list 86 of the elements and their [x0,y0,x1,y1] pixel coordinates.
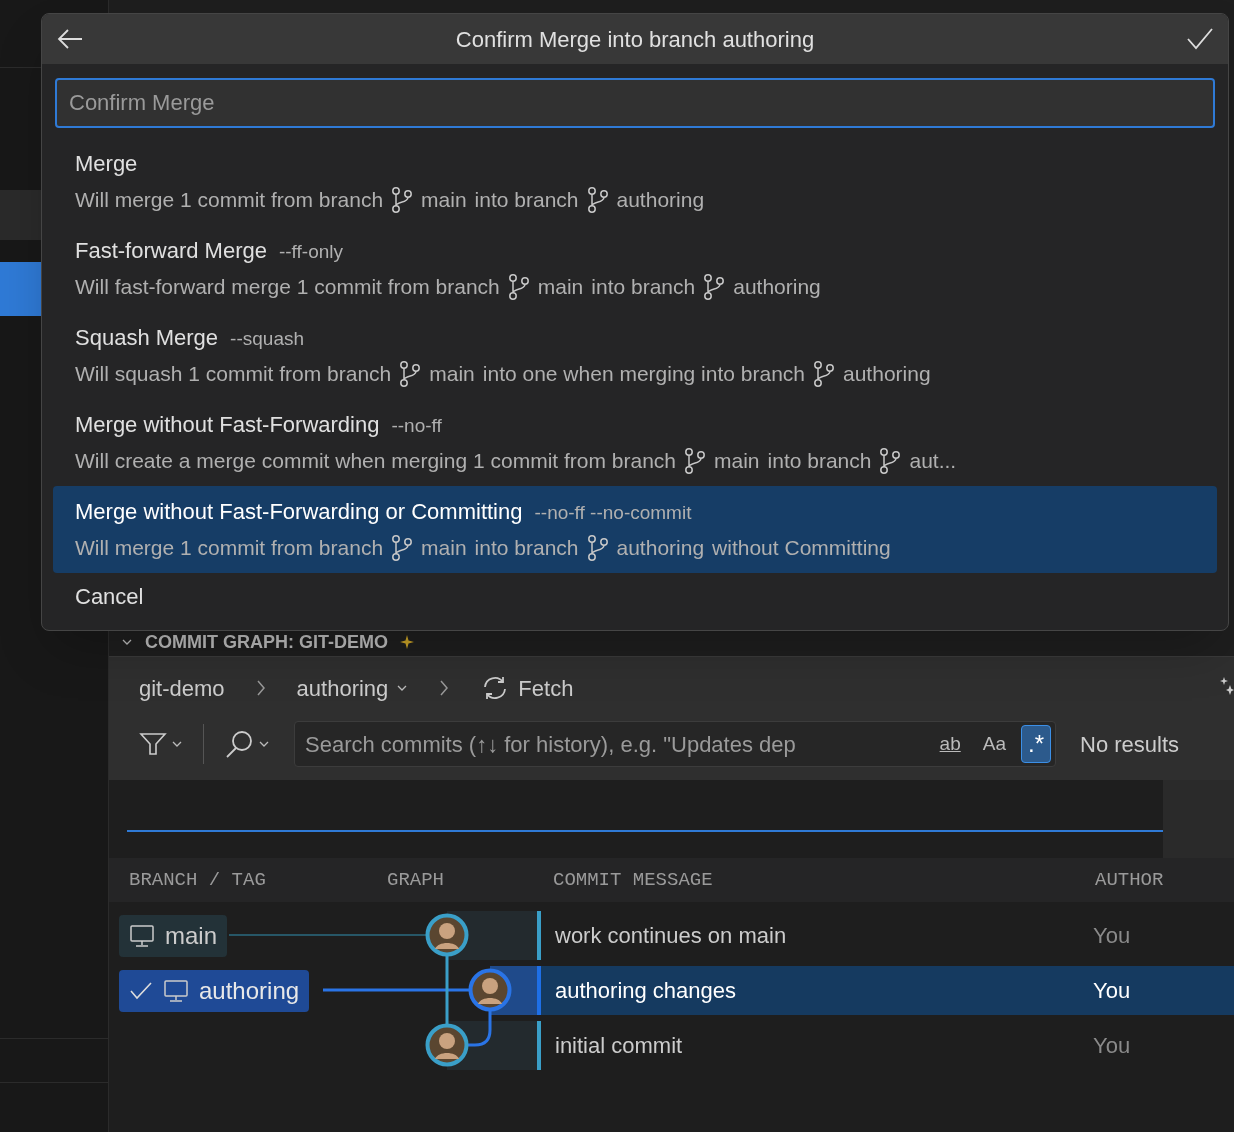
option-label: Merge without Fast-Forwarding [75,411,380,440]
branch-name: authoring [843,361,931,388]
graph-edge-line [467,1010,492,1047]
chevron-right-icon [438,678,451,698]
option-flag-text: --squash [230,327,304,352]
description-text: into branch [591,274,696,301]
column-header: COMMIT MESSAGE [553,867,714,893]
option-label: Merge [75,150,138,179]
branch-icon [391,534,414,562]
checkmark-icon [129,980,153,1001]
column-header: AUTHOR [1095,867,1165,893]
sparkle-icon [400,635,414,649]
description-text: without Committing [712,535,891,562]
branch-icon [586,186,609,214]
option-label: Merge without Fast-Forwarding or Committing [75,498,523,527]
branch-icon [684,447,707,475]
branch-name: authoring [616,535,705,562]
merge-option[interactable]: Fast-forward Merge --ff-only Will fast-forward merge 1 commit from branch main into branch authoring [53,225,1217,312]
option-label: Cancel [75,582,144,611]
description-text: Will create a merge commit when merging 1 commit from branch [75,448,677,475]
description-text: into one when merging into branch [482,361,805,388]
description-text: Will merge 1 commit from branch [75,187,384,214]
description-text: into branch [474,187,579,214]
branch-icon [507,273,530,301]
repo-name[interactable]: git-demo [139,671,225,705]
option-label: Squash Merge [75,324,219,353]
search-option-toggle[interactable]: Aa [975,725,1013,763]
search-mode-button[interactable] [224,729,270,759]
panel-title: COMMIT GRAPH: GIT-DEMO [145,633,388,651]
branch-name: main [421,187,467,214]
column-header: GRAPH [387,867,445,893]
column-header: BRANCH / TAG [128,867,267,893]
filter-button[interactable] [139,730,183,758]
branch-name: aut... [909,448,957,475]
confirm-input-field[interactable]: Confirm Merge [55,78,1215,128]
description-text: Will squash 1 commit from branch [75,361,392,388]
branch-icon [813,360,835,388]
fetch-button[interactable]: Fetch [480,671,574,705]
search-field[interactable]: Search commits (↑↓ for history), e.g. "Updates dep ab Aa .* [294,721,1056,767]
commit-message: initial commit [554,1032,684,1060]
merge-option[interactable]: Merge without Fast-Forwarding --no-ff Will create a merge commit when merging 1 commit from branch main into branch aut... [53,399,1217,486]
commit-message: authoring changes [554,977,738,1005]
option-label: Fast-forward Merge [75,237,267,266]
search-result-text: No results [1080,730,1180,759]
merge-option[interactable]: Cancel [53,573,1217,619]
merge-option[interactable]: Squash Merge --squash Will squash 1 commit from branch main into one when merging into branch authoring [53,312,1217,399]
checkmark-icon[interactable] [1186,27,1214,51]
description-text: Will fast-forward merge 1 commit from branch [75,274,500,301]
commit-author: You [1093,922,1131,950]
branch-icon [879,447,902,475]
commit-author: You [1093,977,1131,1005]
commit-message: work continues on main [554,922,788,950]
merge-option[interactable]: Merge Will merge 1 commit from branch main into branch authoring [53,138,1217,225]
search-option-toggle[interactable]: .* [1021,725,1051,763]
avatar-icon [468,968,512,1012]
description-text: into branch [767,448,872,475]
avatar-icon [425,1023,469,1067]
branch-tag[interactable]: main [119,914,228,957]
branch-icon [703,273,726,301]
branch-name: main [421,535,467,562]
option-flag-text: --no-ff --no-commit [534,501,692,526]
description-text: into branch [474,535,579,562]
avatar-icon [425,913,469,957]
branch-name: main [537,274,584,301]
search-icon [224,729,254,759]
option-flag-text: --no-ff [391,414,442,439]
branch-name: main [429,361,475,388]
search-option-toggle[interactable]: ab [932,725,968,763]
monitor-icon [163,978,189,1003]
option-flag-text: --ff-only [278,240,343,265]
chevron-right-icon [254,678,267,698]
branch-icon [391,186,414,214]
filter-icon [139,730,167,758]
commit-author: You [1093,1032,1131,1060]
back-arrow-icon[interactable] [56,27,84,51]
branch-name: authoring [616,187,705,214]
branch-name: main [714,448,760,475]
merge-option[interactable]: Merge without Fast-Forwarding or Committing --no-ff --no-commit Will merge 1 commit from branch main into branch authoring without Committing [53,486,1217,573]
branch-icon [399,360,422,388]
monitor-icon [129,923,155,948]
branch-icon [586,534,609,562]
branch-tag[interactable]: authoring [119,969,310,1012]
description-text: Will merge 1 commit from branch [75,535,384,562]
branch-selector[interactable]: authoring [296,671,409,705]
dialog-title: Confirm Merge into branch authoring [454,25,816,54]
branch-name: authoring [733,274,821,301]
